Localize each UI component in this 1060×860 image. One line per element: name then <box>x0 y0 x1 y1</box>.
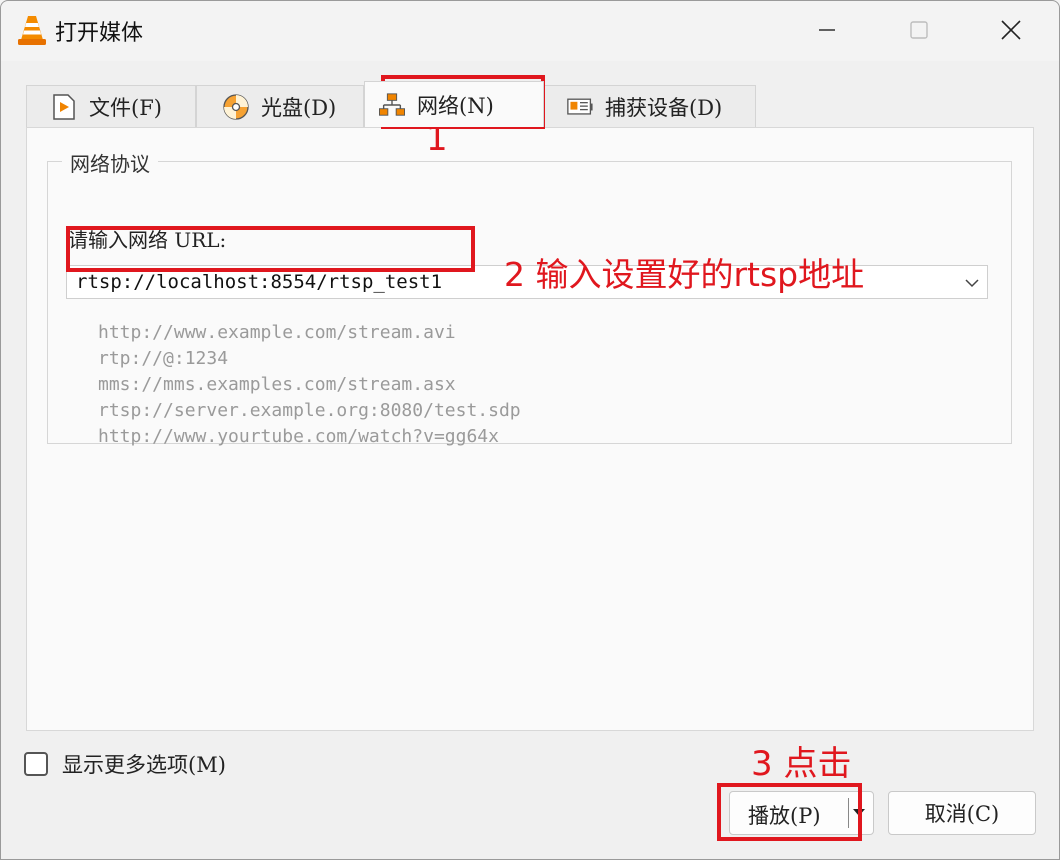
network-protocol-group: 网络协议 请输入网络 URL: rtsp://localhost:8554/rt… <box>47 148 1012 447</box>
chevron-down-icon[interactable] <box>963 274 981 292</box>
example-url: http://www.example.com/stream.avi <box>98 322 456 343</box>
example-url: http://www.yourtube.com/watch?v=gg64x <box>98 426 499 447</box>
tab-capture-label: 捕获设备(D) <box>605 95 723 120</box>
annotation-step3: 3 点击 <box>751 744 852 784</box>
show-more-options[interactable]: 显示更多选项(M) <box>24 749 226 779</box>
annotation-box-play <box>717 783 862 841</box>
cancel-button-label: 取消(C) <box>924 802 1000 826</box>
vlc-cone-icon <box>17 13 47 47</box>
minimize-icon <box>819 29 835 31</box>
minimize-button[interactable] <box>807 9 847 51</box>
network-icon <box>379 92 405 118</box>
maximize-icon <box>910 21 928 39</box>
capture-card-icon <box>567 94 593 120</box>
window-title: 打开媒体 <box>55 21 144 46</box>
url-examples: http://www.example.com/stream.avi rtp://… <box>98 320 521 450</box>
tab-capture[interactable]: 捕获设备(D) <box>544 85 756 127</box>
title-bar: 打开媒体 <box>1 1 1059 61</box>
close-button[interactable] <box>991 9 1031 51</box>
cancel-button[interactable]: 取消(C) <box>888 791 1036 835</box>
group-title: 网络协议 <box>62 148 158 177</box>
annotation-step2: 2 输入设置好的rtsp地址 <box>504 255 865 294</box>
tab-network-label: 网络(N) <box>417 93 494 118</box>
url-input[interactable]: rtsp://localhost:8554/rtsp_test1 <box>76 271 442 293</box>
annotation-box-url <box>66 226 475 272</box>
example-url: mms://mms.examples.com/stream.asx <box>98 374 456 395</box>
tab-file[interactable]: 文件(F) <box>26 85 196 127</box>
show-more-checkbox[interactable] <box>24 752 48 776</box>
maximize-button[interactable] <box>899 9 939 51</box>
example-url: rtp://@:1234 <box>98 348 229 369</box>
disc-icon <box>223 93 249 120</box>
close-icon <box>1001 20 1021 40</box>
network-tab-panel: 网络协议 请输入网络 URL: rtsp://localhost:8554/rt… <box>26 127 1034 731</box>
file-play-icon <box>51 93 77 120</box>
tab-disc[interactable]: 光盘(D) <box>196 85 364 127</box>
open-media-dialog: 打开媒体 文件(F) 光盘(D) 网络(N) 捕获设备(D) 网络协议 请输入网… <box>0 0 1060 860</box>
example-url: rtsp://server.example.org:8080/test.sdp <box>98 400 521 421</box>
tab-disc-label: 光盘(D) <box>261 95 337 120</box>
tab-network[interactable]: 网络(N) <box>364 81 544 127</box>
tab-file-label: 文件(F) <box>89 95 162 120</box>
show-more-label: 显示更多选项(M) <box>62 753 226 777</box>
